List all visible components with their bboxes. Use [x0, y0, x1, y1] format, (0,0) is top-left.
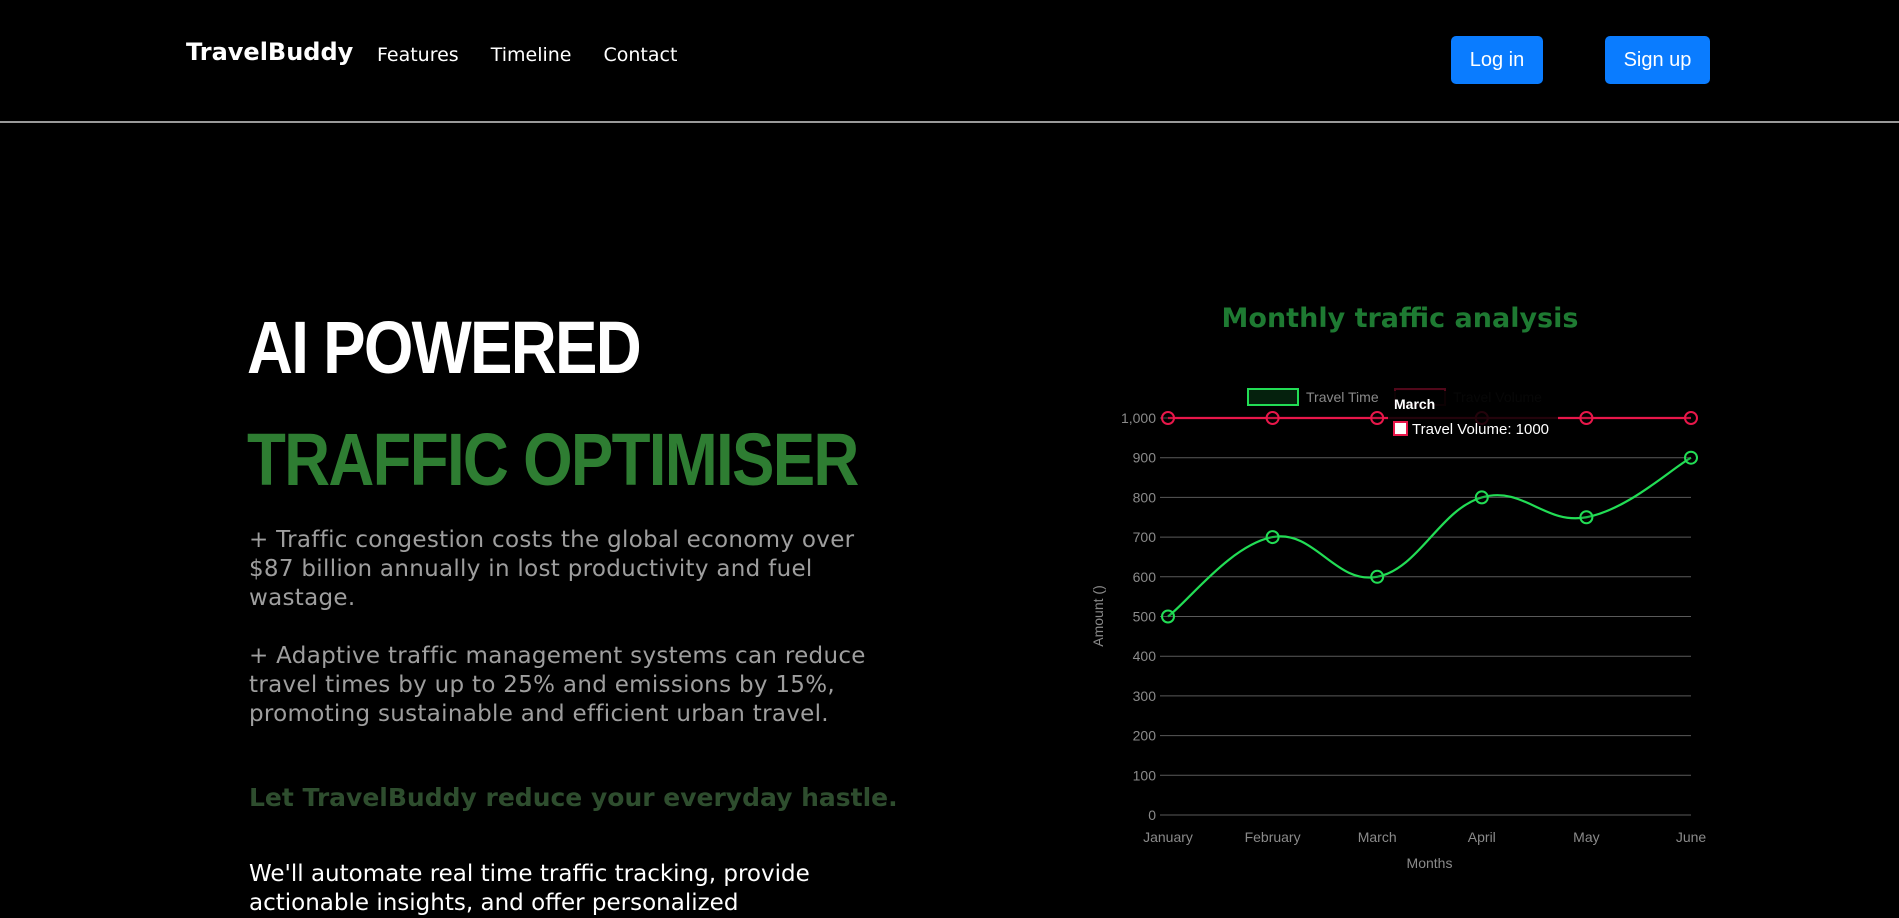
data-point[interactable] [1370, 411, 1385, 425]
x-tick-label: March [1358, 829, 1397, 845]
nav-link-features[interactable]: Features [377, 44, 459, 66]
y-tick-label: 0 [1148, 807, 1156, 823]
hero-title-line2: TRAFFIC OPTIMISER [247, 418, 859, 501]
signup-button[interactable]: Sign up [1605, 36, 1710, 84]
nav-links: Features Timeline Contact [377, 44, 677, 66]
legend-swatch-travel-time[interactable] [1247, 388, 1299, 406]
chart-title: Monthly traffic analysis [1221, 303, 1579, 334]
x-tick-label: February [1245, 829, 1301, 845]
traffic-line-chart[interactable]: 0 100 200 300 400 500 600 700 800 900 1,000 January… [1080, 380, 1730, 880]
tooltip-body: Travel Volume: 1000 [1412, 421, 1549, 438]
x-tick-label: June [1676, 829, 1707, 845]
hero-tagline: Let TravelBuddy reduce your everyday has… [249, 783, 898, 812]
y-tick-label: 700 [1133, 529, 1157, 545]
data-point[interactable] [1474, 490, 1489, 505]
tooltip-title: March [1394, 396, 1435, 412]
y-tick-label: 400 [1133, 648, 1157, 664]
nav-link-contact[interactable]: Contact [604, 44, 678, 66]
data-point[interactable] [1161, 609, 1175, 624]
y-tick-label: 100 [1133, 767, 1157, 783]
x-tick-label: January [1143, 829, 1193, 845]
legend-label-travel-time[interactable]: Travel Time [1306, 389, 1379, 405]
data-point[interactable] [1265, 530, 1280, 545]
y-tick-label: 1,000 [1121, 410, 1156, 426]
x-axis-title: Months [1407, 855, 1453, 871]
hero-fact-2: + Adaptive traffic management systems ca… [249, 643, 866, 727]
data-point[interactable] [1684, 450, 1698, 465]
y-axis-title: Amount () [1090, 585, 1106, 646]
data-point[interactable] [1579, 510, 1594, 525]
data-point[interactable] [1161, 411, 1175, 425]
hero-title-line1: AI POWERED [247, 306, 642, 389]
x-tick-label: May [1573, 829, 1599, 845]
y-tick-label: 600 [1133, 569, 1157, 585]
nav-link-timeline[interactable]: Timeline [491, 44, 572, 66]
hero-fact-1: + Traffic congestion costs the global ec… [249, 527, 855, 611]
y-tick-label: 800 [1133, 489, 1157, 505]
hero-body-text: We'll automate real time traffic trackin… [249, 861, 810, 916]
data-point[interactable] [1684, 411, 1698, 425]
top-navbar: TravelBuddy Features Timeline Contact Lo… [0, 0, 1899, 123]
y-tick-label: 300 [1133, 688, 1157, 704]
y-tick-label: 500 [1133, 609, 1157, 625]
tooltip-swatch [1393, 421, 1408, 436]
login-button[interactable]: Log in [1451, 36, 1543, 84]
y-tick-label: 200 [1133, 728, 1157, 744]
brand-logo[interactable]: TravelBuddy [186, 38, 353, 66]
y-tick-label: 900 [1133, 450, 1157, 466]
data-point[interactable] [1370, 569, 1385, 584]
x-tick-label: April [1468, 829, 1496, 845]
data-point[interactable] [1579, 411, 1594, 425]
data-point[interactable] [1265, 411, 1280, 425]
